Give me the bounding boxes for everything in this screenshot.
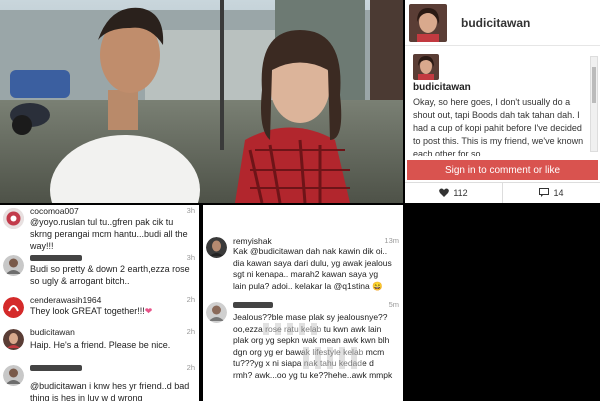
comment-time: 2h — [186, 363, 195, 372]
commenter-avatar[interactable] — [3, 297, 24, 318]
comment-time: 2h — [186, 295, 195, 304]
commenter-avatar[interactable] — [3, 208, 24, 229]
commenter-avatar[interactable] — [206, 302, 227, 323]
heart-icon — [439, 188, 450, 199]
comments-mid-panel: remyishak 13m Kak @budicitawan dah nak k… — [203, 205, 403, 401]
comments-button[interactable]: 14 — [502, 183, 600, 203]
comment-time: 3h — [186, 206, 195, 215]
commenter-avatar[interactable] — [3, 255, 24, 276]
owner-username[interactable]: budicitawan — [461, 16, 530, 30]
commenter-username-redacted[interactable] — [30, 253, 82, 263]
commenter-username[interactable]: cenderawasih1964 — [30, 295, 101, 305]
empty-black-area — [405, 205, 600, 401]
signin-to-comment-button[interactable]: Sign in to comment or like — [407, 160, 598, 180]
caption-scrollbar[interactable] — [590, 56, 598, 152]
commenter-username[interactable]: remyishak — [233, 236, 272, 246]
post-caption: Okay, so here goes, I don't usually do a… — [413, 97, 584, 156]
comment-text: They look GREAT together!!!❤ — [30, 305, 192, 317]
comment-text-content: They look GREAT together!!! — [30, 306, 145, 316]
commenter-avatar[interactable] — [3, 365, 24, 386]
commenter-avatar[interactable] — [206, 237, 227, 258]
comment-count: 14 — [553, 188, 564, 198]
commenter-username-redacted[interactable] — [30, 363, 82, 373]
comment-time: 5m — [388, 300, 399, 309]
commenter-username-redacted[interactable] — [233, 300, 273, 310]
owner-avatar[interactable] — [409, 3, 447, 42]
post-header: budicitawan — [405, 0, 600, 46]
blur-overlay — [303, 347, 363, 369]
commenter-username[interactable]: cocomoa007 — [30, 206, 79, 216]
comment-icon — [539, 187, 550, 199]
comment-text: Budi so pretty & down 2 earth,ezza rose … — [30, 264, 190, 286]
post-photo[interactable] — [0, 0, 403, 203]
comments-left-panel: cocomoa007 3h @yoyo.ruslan tul tu..gfren… — [0, 205, 199, 401]
commenter-avatar[interactable] — [3, 329, 24, 350]
like-button[interactable]: 112 — [405, 183, 502, 203]
comment-time: 2h — [186, 327, 195, 336]
post-stats: 112 14 — [405, 182, 600, 203]
commenter-username[interactable]: budicitawan — [30, 327, 75, 337]
blur-overlay — [263, 323, 323, 335]
post-panel: budicitawan budicitawan Okay, so here go… — [405, 0, 600, 203]
comment-time: 13m — [384, 236, 399, 245]
caption-avatar[interactable] — [413, 54, 439, 80]
like-count: 112 — [453, 188, 468, 198]
comment-time: 3h — [186, 253, 195, 262]
post-caption-area: budicitawan Okay, so here goes, I don't … — [405, 50, 600, 156]
scrollbar-thumb[interactable] — [592, 67, 596, 103]
comment-text: Kak @budicitawan dah nak kawin dik oi.. … — [233, 246, 392, 291]
caption-username[interactable]: budicitawan — [413, 82, 471, 93]
comment-text: @budicitawan i knw hes yr friend..d bad … — [30, 381, 190, 401]
photo-image — [0, 0, 403, 203]
comment-text: @yoyo.ruslan tul tu..gfren pak cik tu sk… — [30, 217, 188, 251]
heart-emoji-icon: ❤ — [144, 306, 153, 316]
comment-text: Haip. He's a friend. Please be nice. — [30, 340, 171, 350]
